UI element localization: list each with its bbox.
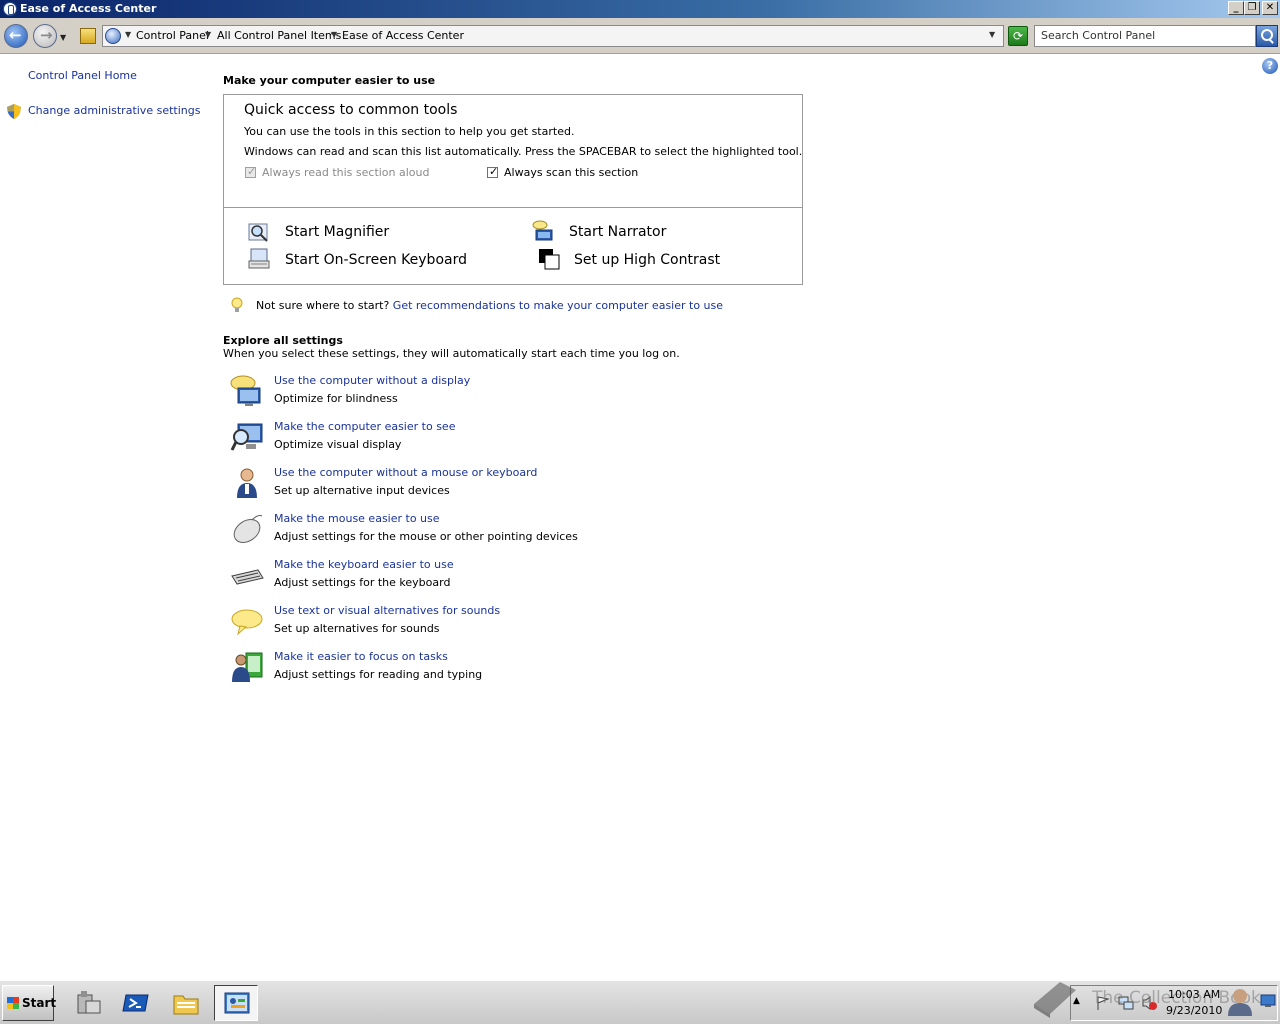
setting-description: Optimize visual display (274, 438, 402, 451)
start-on-screen-keyboard-link[interactable]: Start On-Screen Keyboard (285, 252, 467, 268)
quick-access-panel: Quick access to common tools You can use… (223, 94, 803, 285)
speech-bubble-icon (231, 609, 263, 636)
setting-link[interactable]: Make the computer easier to see (274, 420, 455, 433)
back-button[interactable]: ← (4, 24, 28, 48)
page-heading: Make your computer easier to use (223, 74, 436, 87)
recent-pages-dropdown[interactable]: ▼ (60, 33, 66, 42)
divider (224, 207, 802, 208)
scan-section-label: Always scan this section (504, 166, 639, 179)
setting-focus-tasks[interactable]: Make it easier to focus on tasks Adjust … (230, 650, 630, 690)
setting-sounds[interactable]: Use text or visual alternatives for soun… (230, 604, 630, 644)
quick-access-intro: You can use the tools in this section to… (244, 125, 575, 138)
setting-link[interactable]: Make the mouse easier to use (274, 512, 440, 525)
explore-settings-title: Explore all settings (223, 334, 343, 347)
magnifier-icon (248, 223, 268, 242)
address-field[interactable]: ▼ Control Panel ▼ All Control Panel Item… (102, 25, 1004, 47)
setting-mouse[interactable]: Make the mouse easier to use Adjust sett… (230, 512, 630, 552)
read-aloud-label: Always read this section aloud (262, 166, 430, 179)
search-icon[interactable] (1256, 25, 1278, 47)
scan-section-checkbox[interactable]: ✓ (487, 165, 498, 178)
get-recommendations-link[interactable]: Get recommendations to make your compute… (393, 299, 723, 312)
folder-icon (173, 995, 199, 1015)
control-panel-taskbar-button[interactable] (214, 985, 258, 1021)
start-label: Start (22, 996, 57, 1010)
keyboard-icon (231, 569, 264, 585)
quick-access-instructions: Windows can read and scan this list auto… (244, 145, 803, 158)
shield-icon (7, 104, 21, 119)
person-icon (237, 468, 257, 498)
on-screen-keyboard-icon (248, 248, 270, 269)
person-document-icon (232, 652, 263, 682)
address-dropdown-icon[interactable]: ▼ (989, 30, 995, 39)
minimize-button[interactable]: _ (1228, 1, 1244, 15)
control-panel-home-link[interactable]: Control Panel Home (28, 69, 137, 82)
tip-prefix: Not sure where to start? (256, 299, 390, 312)
control-panel-icon (105, 28, 121, 44)
server-manager-icon (77, 991, 101, 1014)
setting-description: Adjust settings for reading and typing (274, 668, 483, 681)
narrator-icon (532, 220, 553, 241)
setting-description: Set up alternative input devices (274, 484, 450, 497)
setting-without-mouse-keyboard[interactable]: Use the computer without a mouse or keyb… (230, 466, 630, 506)
setting-keyboard[interactable]: Make the keyboard easier to use Adjust s… (230, 558, 630, 598)
setting-easier-to-see[interactable]: Make the computer easier to see Optimize… (230, 420, 630, 460)
setting-description: Adjust settings for the keyboard (274, 576, 451, 589)
recommendation-tip: Not sure where to start? Get recommendat… (256, 299, 723, 312)
close-button[interactable]: ✕ (1262, 1, 1278, 15)
back-arrow-icon: ← (9, 26, 22, 44)
up-folder-icon[interactable] (80, 28, 96, 44)
windows-flag-icon (7, 997, 19, 1009)
read-aloud-checkbox[interactable]: ✓ (245, 165, 256, 178)
watermark-book-icon (1034, 982, 1076, 1018)
ease-of-access-icon (3, 2, 17, 16)
title-bar: Ease of Access Center _ ❐ ✕ (0, 0, 1280, 18)
clock-time[interactable]: 10:03 AM (1168, 988, 1220, 1001)
setting-description: Set up alternatives for sounds (274, 622, 440, 635)
set-up-high-contrast-link[interactable]: Set up High Contrast (574, 252, 720, 268)
mouse-icon (233, 515, 263, 543)
explore-settings-subtitle: When you select these settings, they wil… (223, 347, 680, 360)
refresh-button[interactable]: ⟳ (1008, 26, 1028, 46)
lightbulb-icon (231, 297, 243, 312)
taskbar: Start ▲ (0, 980, 1280, 1024)
powershell-icon (122, 994, 149, 1012)
setting-link[interactable]: Use text or visual alternatives for soun… (274, 604, 500, 617)
setting-description: Adjust settings for the mouse or other p… (274, 530, 578, 543)
restore-button[interactable]: ❐ (1244, 1, 1260, 15)
clock-date[interactable]: 9/23/2010 (1166, 1004, 1222, 1017)
show-desktop-icon[interactable] (1260, 994, 1276, 1008)
server-manager-taskbar-button[interactable] (66, 985, 110, 1021)
start-narrator-link[interactable]: Start Narrator (569, 224, 666, 240)
breadcrumb-ease-of-access[interactable]: Ease of Access Center (342, 29, 464, 42)
setting-description: Optimize for blindness (274, 392, 398, 405)
chevron-down-icon[interactable]: ▼ (125, 30, 131, 39)
start-button[interactable]: Start (2, 985, 57, 1021)
breadcrumb-all-items[interactable]: All Control Panel Items (217, 29, 341, 42)
forward-button[interactable]: → (33, 24, 57, 48)
setting-link[interactable]: Use the computer without a display (274, 374, 470, 387)
help-icon[interactable]: ? (1262, 58, 1278, 74)
monitor-speech-icon (230, 375, 261, 406)
user-avatar-icon[interactable] (1226, 986, 1254, 1016)
address-bar: ← → ▼ ▼ Control Panel ▼ All Control Pane… (0, 18, 1280, 54)
chevron-down-icon[interactable]: ▼ (331, 30, 337, 39)
start-magnifier-link[interactable]: Start Magnifier (285, 224, 389, 240)
forward-arrow-icon: → (40, 26, 53, 44)
breadcrumb-control-panel[interactable]: Control Panel (136, 29, 209, 42)
setting-without-display[interactable]: Use the computer without a display Optim… (230, 374, 630, 414)
chevron-down-icon[interactable]: ▼ (205, 30, 211, 39)
search-input[interactable]: Search Control Panel (1034, 25, 1256, 47)
monitor-magnifier-icon (230, 423, 263, 451)
quick-access-title: Quick access to common tools (244, 102, 458, 118)
setting-link[interactable]: Use the computer without a mouse or keyb… (274, 466, 537, 479)
control-panel-icon (224, 992, 250, 1014)
high-contrast-icon (539, 249, 560, 270)
setting-link[interactable]: Make the keyboard easier to use (274, 558, 454, 571)
window-title: Ease of Access Center (20, 2, 157, 15)
setting-link[interactable]: Make it easier to focus on tasks (274, 650, 448, 663)
change-admin-settings-link[interactable]: Change administrative settings (28, 104, 200, 117)
powershell-taskbar-button[interactable] (114, 985, 158, 1021)
explorer-taskbar-button[interactable] (164, 985, 208, 1021)
